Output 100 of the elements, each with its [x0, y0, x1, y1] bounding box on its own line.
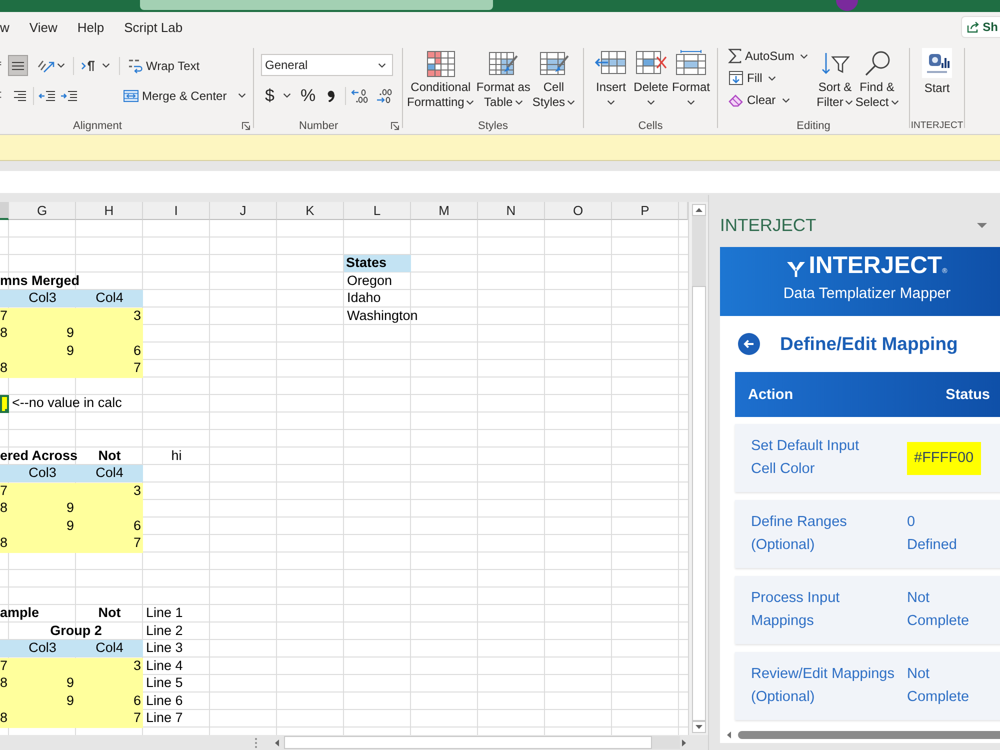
cell-value: 3 [132, 658, 142, 674]
header-cell: Col4 [76, 290, 143, 306]
group-label: Alignment [73, 120, 122, 132]
cell-value: 9 [65, 692, 75, 710]
cell-value: 3 [132, 482, 142, 500]
wrap-text-button[interactable]: Wrap Text [127, 56, 200, 74]
increase-decimal-icon[interactable] [350, 88, 368, 104]
merge-cells-icon [123, 88, 139, 104]
column-header[interactable]: J [210, 202, 277, 220]
cell-value: 8 [0, 675, 9, 692]
number-format-dropdown[interactable]: General [261, 54, 393, 76]
column-header[interactable]: O [545, 202, 612, 220]
ribbon-tab[interactable]: w [0, 12, 10, 42]
column-header[interactable]: P [612, 202, 679, 220]
step-status: Not Complete [907, 589, 970, 631]
cell-value: 8 [0, 500, 9, 517]
cell-value: 7 [132, 360, 142, 377]
fill-button[interactable]: Fill [726, 67, 776, 89]
cell-value: 8 [0, 710, 9, 727]
step-action: Review/Edit Mappings (Optional) [751, 665, 896, 707]
step-card[interactable]: Set Default Input Cell Color #FFFF00 [735, 424, 1000, 492]
format-as-table-button[interactable]: Format as Table [476, 50, 530, 117]
scroll-down-icon[interactable] [692, 721, 706, 733]
ribbon-tab[interactable]: Help [77, 12, 104, 42]
dropdown-caret-icon[interactable] [977, 222, 987, 228]
splitter-handle-icon[interactable] [254, 736, 258, 748]
dialog-launcher-icon[interactable] [391, 122, 399, 130]
currency-button[interactable]: $ [265, 86, 292, 106]
merge-center-button[interactable]: Merge & Center [123, 88, 246, 104]
header-cell: Col4 [76, 640, 143, 656]
format-button[interactable]: Format [671, 50, 711, 117]
caret-icon [238, 93, 246, 98]
cell-text: <--no value in calc [11, 395, 122, 412]
scrollbar-thumb[interactable] [738, 731, 1000, 739]
dialog-launcher-icon[interactable] [242, 122, 250, 130]
ribbon-tab[interactable]: Script Lab [124, 12, 183, 42]
ribbon-tab[interactable]: View [29, 12, 58, 42]
cell-value: 9 [65, 518, 75, 534]
step-card[interactable]: Define Ranges (Optional) 0 Defined [735, 500, 1000, 568]
percent-button[interactable]: % [300, 86, 316, 106]
autosum-button[interactable]: AutoSum [726, 45, 808, 67]
group-label: Cells [638, 120, 663, 132]
add-in-logo-icon [922, 48, 952, 78]
conditional-formatting-button[interactable]: Conditional Formatting [407, 50, 474, 117]
cell-text: Line 5 [145, 675, 183, 692]
cell-value: 7 [132, 535, 142, 552]
scroll-left-icon[interactable] [726, 731, 732, 739]
caret-icon [782, 98, 790, 102]
step-card[interactable]: Process Input Mappings Not Complete [735, 576, 1000, 644]
find-select-button[interactable]: Find & Select [856, 45, 898, 117]
column-heading: Action [748, 386, 794, 402]
step-status: Not Complete [907, 665, 970, 707]
column-header[interactable]: G [9, 202, 76, 220]
step-action: Process Input Mappings [751, 589, 841, 631]
cell-text: Idaho [346, 290, 381, 306]
start-button[interactable]: Start [922, 48, 952, 117]
conditional-formatting-icon [426, 50, 456, 78]
step-card[interactable]: Review/Edit Mappings (Optional) Not Complete [735, 652, 1000, 720]
column-header[interactable] [0, 202, 9, 220]
comma-style-icon[interactable] [326, 90, 335, 102]
share-button[interactable]: Sh [960, 16, 1000, 38]
column-header[interactable]: I [143, 202, 210, 220]
caret-icon [567, 100, 576, 106]
column-header[interactable]: H [76, 202, 143, 220]
cell-value: 7 [132, 710, 142, 727]
list-header-cell: States [344, 255, 411, 272]
cell-styles-icon [538, 50, 569, 78]
step-action: Set Default Input Cell Color [751, 437, 860, 479]
color-swatch: #FFFF00 [907, 442, 981, 474]
column-header[interactable]: N [478, 202, 545, 220]
insert-button[interactable]: Insert [591, 50, 631, 117]
text-direction-icon [81, 58, 96, 72]
caret-icon [845, 100, 854, 106]
cell-styles-button[interactable]: Cell Styles [532, 50, 576, 117]
clear-button[interactable]: Clear [726, 89, 790, 111]
header-cell: Col4 [76, 465, 143, 482]
delete-button[interactable]: Delete [631, 50, 671, 117]
caret-icon [466, 100, 474, 106]
cell-value: 6 [132, 518, 142, 534]
column-header[interactable]: L [344, 202, 411, 220]
decrease-decimal-icon[interactable] [374, 88, 392, 104]
caret-icon [514, 100, 523, 106]
cell-value: 9 [65, 675, 75, 692]
share-icon [966, 21, 980, 33]
cell-value: 7 [0, 308, 9, 324]
cell-value: 9 [65, 500, 75, 517]
cell-value: 8 [0, 360, 9, 377]
step-status: 0 Defined [907, 513, 957, 555]
page-heading: Define/Edit Mapping [780, 333, 958, 355]
search-field[interactable] [140, 0, 493, 10]
column-header[interactable]: K [277, 202, 344, 220]
format-cells-icon [675, 50, 707, 76]
caret-icon [57, 63, 65, 68]
table-title: ered Across [0, 448, 78, 464]
sort-filter-button[interactable]: Sort & Filter [814, 45, 856, 117]
text-direction-button[interactable] [81, 58, 110, 72]
scroll-up-icon[interactable] [692, 204, 706, 216]
align-button[interactable] [8, 55, 28, 76]
column-header[interactable]: M [411, 202, 478, 220]
app-subtitle: Data Templatizer Mapper [783, 285, 951, 303]
